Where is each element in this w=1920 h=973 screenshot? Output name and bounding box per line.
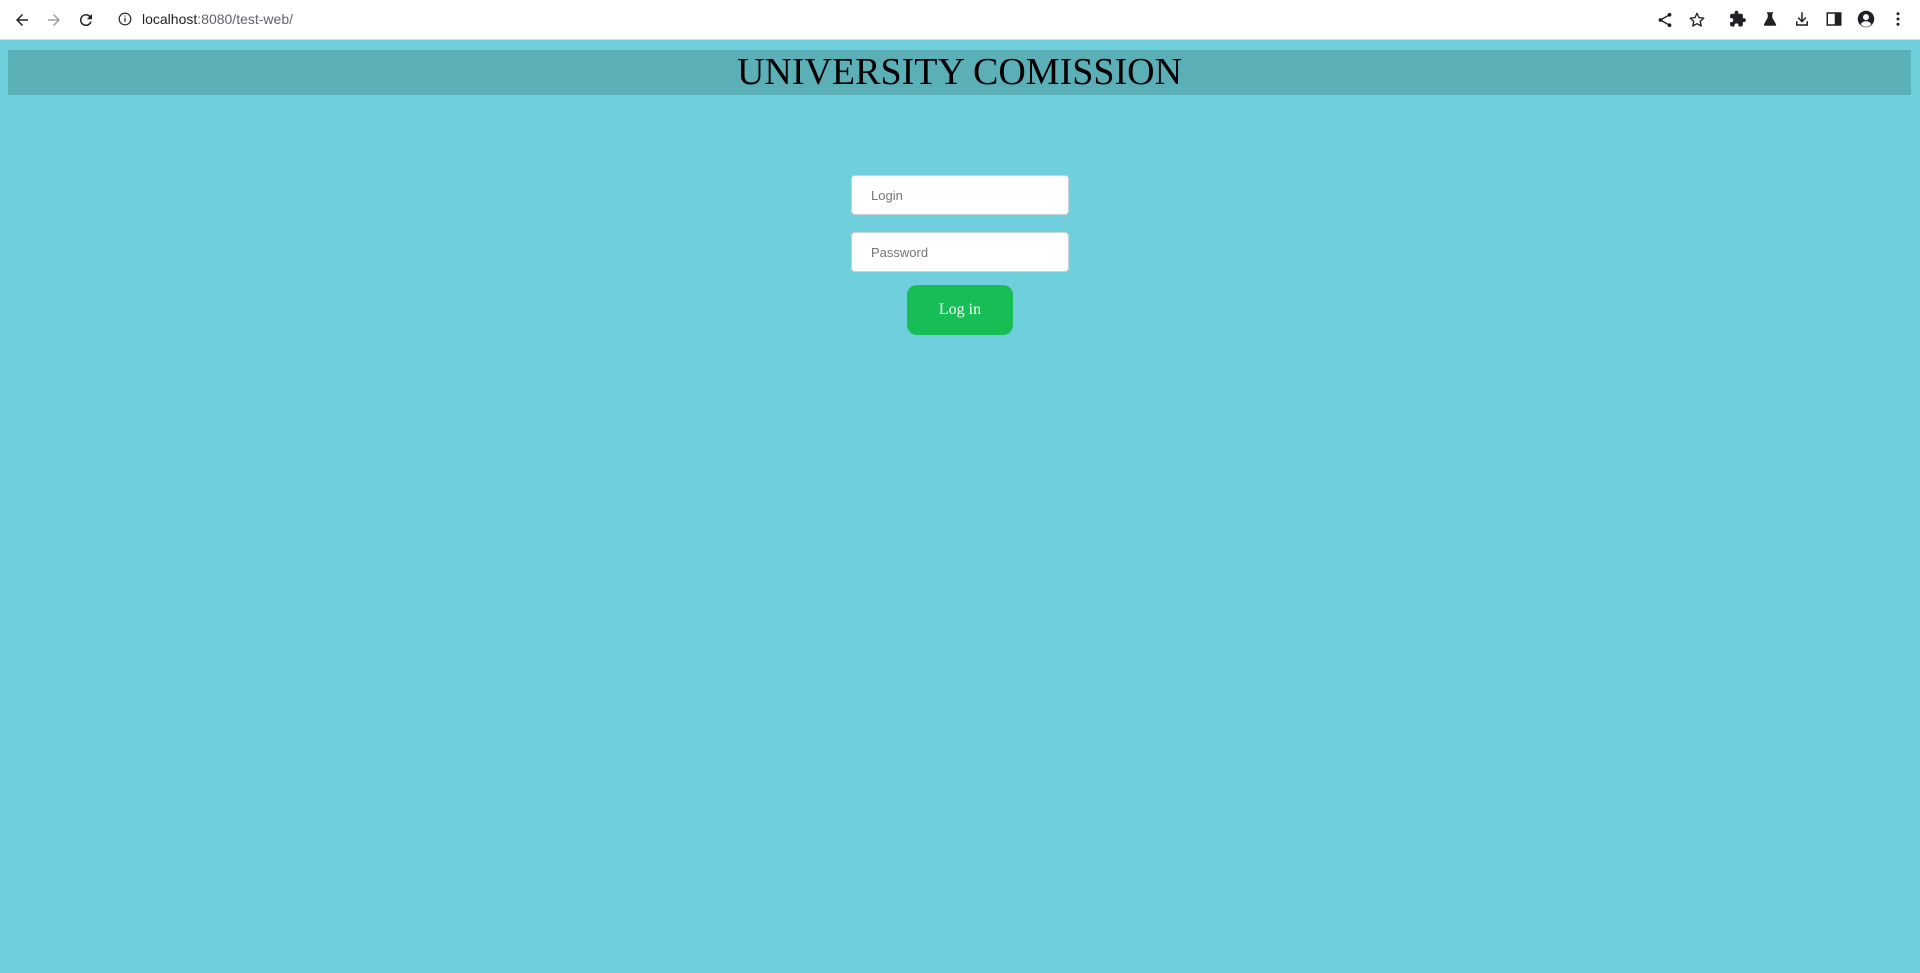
menu-icon[interactable] [1887,8,1909,30]
labs-icon[interactable] [1759,8,1781,30]
bookmark-star-icon[interactable] [1688,11,1706,29]
login-button[interactable]: Log in [907,285,1013,335]
download-icon[interactable] [1791,8,1813,30]
reload-icon[interactable] [74,8,98,32]
profile-icon[interactable] [1855,8,1877,30]
sidepanel-icon[interactable] [1823,8,1845,30]
info-icon[interactable] [118,12,132,26]
share-icon[interactable] [1656,11,1674,29]
page-header: UNIVERSITY COMISSION [8,50,1911,95]
url-text[interactable]: localhost:8080/test-web/ [142,3,293,35]
browser-toolbar: localhost:8080/test-web/ [0,0,1920,40]
address-bar[interactable]: localhost:8080/test-web/ [108,3,1714,35]
forward-icon[interactable] [42,8,66,32]
page-title: UNIVERSITY COMISSION [736,51,1183,93]
back-icon[interactable] [10,8,34,32]
password-input[interactable] [851,232,1069,272]
url-host: localhost [142,11,198,27]
url-path: :8080/test-web/ [197,11,293,27]
extensions-icon[interactable] [1727,8,1749,30]
login-input[interactable] [851,175,1069,215]
